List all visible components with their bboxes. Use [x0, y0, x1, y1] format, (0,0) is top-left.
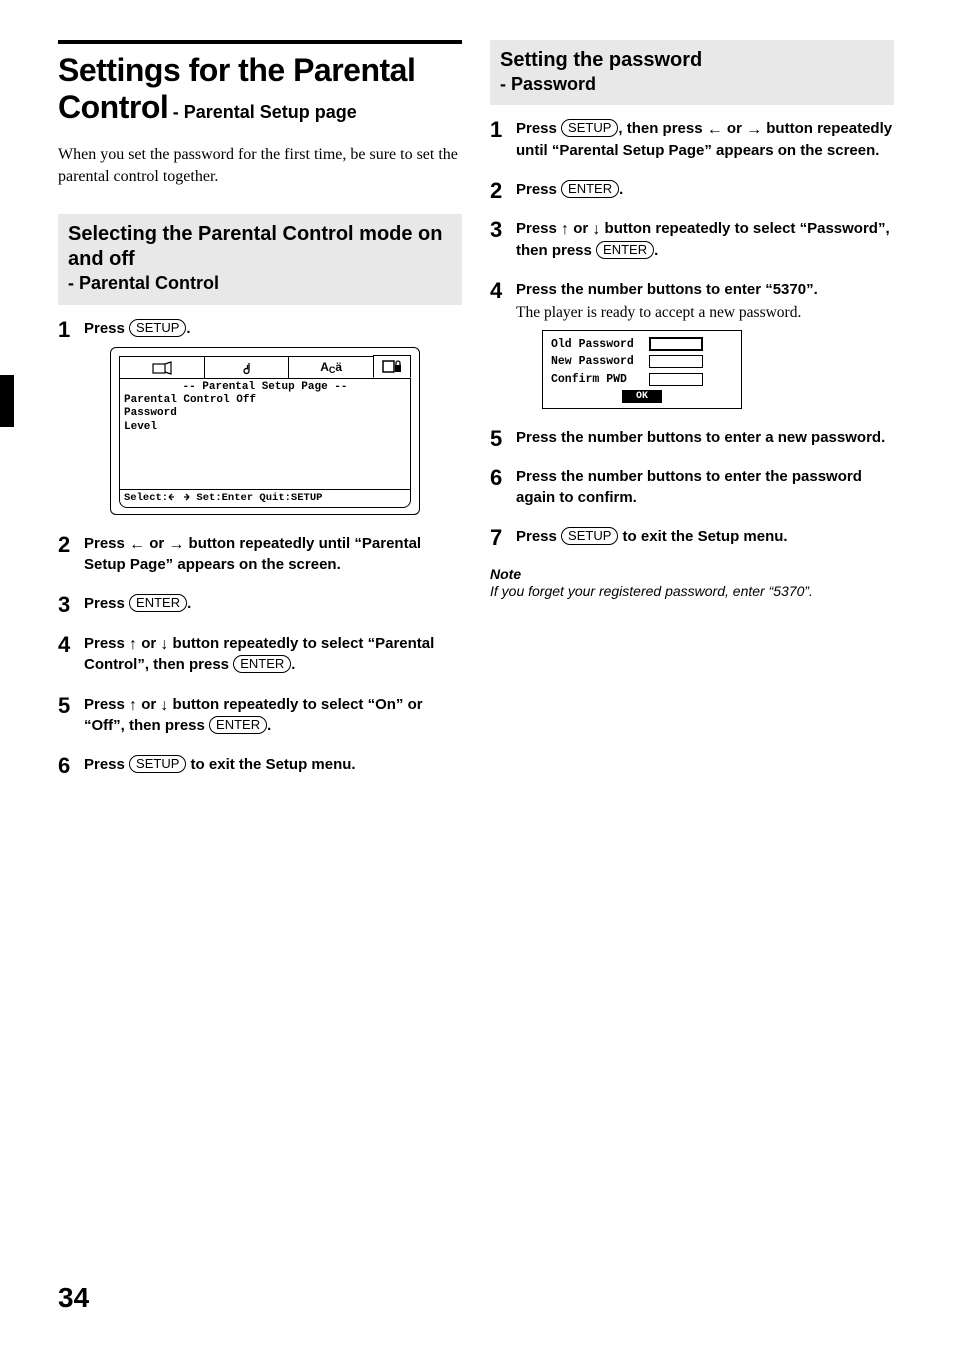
- right-step-5: Press the number buttons to enter a new …: [490, 428, 894, 448]
- left-step-3: Press ENTER.: [58, 594, 462, 614]
- right-step-4: Press the number buttons to enter “5370”…: [490, 280, 894, 409]
- page-number: 34: [58, 1282, 89, 1314]
- setup-button-label: SETUP: [561, 119, 618, 137]
- setup-button-label: SETUP: [129, 319, 186, 337]
- left-step-4: Press ↑ or ↓ button repeatedly to select…: [58, 634, 462, 676]
- left-arrow-icon: ←: [129, 534, 145, 556]
- tab-language-icon: ACä: [289, 357, 374, 378]
- tab-parental-icon: [373, 355, 411, 378]
- left-step-6: Press SETUP to exit the Setup menu.: [58, 755, 462, 775]
- main-title-sub: - Parental Setup page: [173, 102, 357, 122]
- enter-button-label: ENTER: [596, 241, 654, 259]
- pw-confirm-field: [649, 373, 703, 386]
- setup-button-label: SETUP: [561, 527, 618, 545]
- right-section-header: Setting the password - Password: [490, 40, 894, 105]
- right-arrow-icon: →: [168, 534, 184, 556]
- intro-text: When you set the password for the first …: [58, 144, 462, 189]
- left-section-subtitle: - Parental Control: [68, 272, 452, 295]
- title-rule: [58, 40, 462, 44]
- page-tab-marker: [0, 375, 14, 427]
- right-step-1: Press SETUP, then press ← or → button re…: [490, 119, 894, 161]
- right-steps: Press SETUP, then press ← or → button re…: [490, 119, 894, 547]
- screen-line-2: Password: [124, 407, 406, 420]
- enter-button-label: ENTER: [209, 716, 267, 734]
- right-step-6: Press the number buttons to enter the pa…: [490, 467, 894, 508]
- right-arrow-icon: →: [746, 119, 762, 141]
- note-body: If you forget your registered password, …: [490, 582, 894, 600]
- pw-old-label: Old Password: [551, 337, 643, 353]
- right-section-subtitle: - Password: [500, 73, 884, 96]
- pw-ok-button: OK: [622, 390, 662, 403]
- pw-confirm-label: Confirm PWD: [551, 372, 643, 388]
- up-arrow-icon: ↑: [129, 695, 137, 717]
- right-step-2: Press ENTER.: [490, 180, 894, 200]
- right-step-7: Press SETUP to exit the Setup menu.: [490, 527, 894, 547]
- left-step-1: Press SETUP. ACä: [58, 319, 462, 515]
- left-steps: Press SETUP. ACä: [58, 319, 462, 776]
- right-column: Setting the password - Password Press SE…: [490, 40, 894, 795]
- left-section-header: Selecting the Parental Control mode on a…: [58, 214, 462, 304]
- enter-button-label: ENTER: [129, 594, 187, 612]
- pw-old-field: [649, 337, 703, 351]
- screen-footer: Select: Set:Enter Quit:SETUP: [119, 490, 411, 508]
- left-section-title: Selecting the Parental Control mode on a…: [68, 222, 452, 272]
- pw-new-label: New Password: [551, 354, 643, 370]
- enter-button-label: ENTER: [233, 655, 291, 673]
- up-arrow-icon: ↑: [561, 219, 569, 241]
- tab-audio-icon: [205, 357, 290, 378]
- password-diagram: Old Password New Password Confirm PWD OK: [542, 330, 742, 410]
- left-column: Settings for the Parental Control - Pare…: [58, 40, 462, 795]
- setup-button-label: SETUP: [129, 755, 186, 773]
- screen-header: -- Parental Setup Page --: [124, 381, 406, 394]
- up-arrow-icon: ↑: [129, 634, 137, 656]
- right-step-3: Press ↑ or ↓ button repeatedly to select…: [490, 219, 894, 261]
- screen-line-3: Level: [124, 421, 406, 434]
- right-step-4-sub: The player is ready to accept a new pass…: [516, 303, 894, 324]
- left-arrow-icon: ←: [707, 119, 723, 141]
- enter-button-label: ENTER: [561, 180, 619, 198]
- left-step-5: Press ↑ or ↓ button repeatedly to select…: [58, 695, 462, 737]
- left-step-2: Press ← or → button repeatedly until “Pa…: [58, 534, 462, 576]
- tab-general-icon: [120, 357, 205, 378]
- screen-diagram: ACä -- Parental Setup Page -- Parental C…: [110, 347, 420, 515]
- right-section-title: Setting the password: [500, 48, 884, 73]
- pw-new-field: [649, 355, 703, 368]
- screen-line-1: Parental Control Off: [124, 394, 406, 407]
- note-heading: Note: [490, 566, 894, 582]
